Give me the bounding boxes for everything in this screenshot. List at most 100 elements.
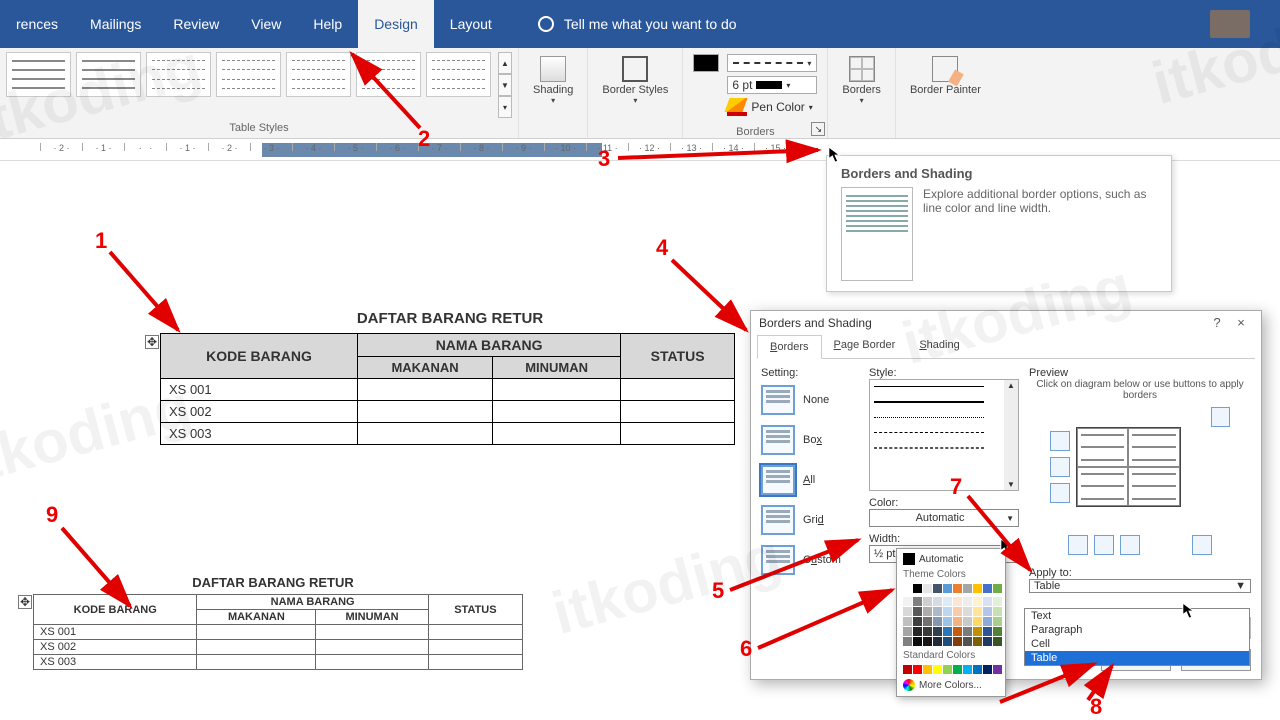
th-kode[interactable]: KODE BARANG <box>161 334 358 379</box>
color-swatch[interactable] <box>993 597 1002 606</box>
color-swatch[interactable] <box>973 665 982 674</box>
borders-button[interactable]: Borders ▾ <box>838 54 885 107</box>
color-swatch[interactable] <box>903 617 912 626</box>
color-automatic[interactable]: Automatic <box>899 551 1003 567</box>
table-style-thumb[interactable] <box>286 52 351 97</box>
border-styles-button[interactable]: Border Styles ▾ <box>598 54 672 107</box>
preview-inner-h-btn[interactable] <box>1050 457 1070 477</box>
color-swatch[interactable] <box>923 607 932 616</box>
th-minuman[interactable]: MINUMAN <box>493 357 621 379</box>
color-swatch[interactable] <box>933 584 942 593</box>
gallery-scroll-down[interactable]: ▼ <box>498 74 512 96</box>
color-swatch[interactable] <box>953 665 962 674</box>
color-swatch[interactable] <box>973 607 982 616</box>
table-row[interactable]: XS 001 <box>161 379 735 401</box>
table-style-thumb[interactable] <box>356 52 421 97</box>
shading-button[interactable]: Shading ▾ <box>529 54 577 107</box>
color-swatch[interactable] <box>993 607 1002 616</box>
color-swatch[interactable] <box>973 617 982 626</box>
table-style-thumb[interactable] <box>146 52 211 97</box>
setting-custom[interactable]: Custom <box>761 545 859 575</box>
color-swatch[interactable] <box>923 627 932 636</box>
color-swatch[interactable] <box>903 627 912 636</box>
color-swatch[interactable] <box>943 617 952 626</box>
table-style-thumb[interactable] <box>6 52 71 97</box>
style-listbox[interactable]: ▲▼ <box>869 379 1019 491</box>
color-swatch[interactable] <box>943 665 952 674</box>
table-style-thumb[interactable] <box>76 52 141 97</box>
color-swatch[interactable] <box>953 607 962 616</box>
setting-box[interactable]: Box <box>761 425 859 455</box>
color-swatch[interactable] <box>983 637 992 646</box>
preview-inner-v-btn[interactable] <box>1094 535 1114 555</box>
color-swatch[interactable] <box>933 597 942 606</box>
color-swatch[interactable] <box>913 597 922 606</box>
color-swatch[interactable] <box>993 637 1002 646</box>
dlg-tab-page-border[interactable]: Page Border <box>822 334 908 358</box>
color-swatch[interactable] <box>933 607 942 616</box>
color-swatch[interactable] <box>973 584 982 593</box>
color-swatch[interactable] <box>953 637 962 646</box>
preview-bottom-border-btn[interactable] <box>1050 483 1070 503</box>
color-swatch[interactable] <box>983 597 992 606</box>
gallery-scroll-up[interactable]: ▲ <box>498 52 512 74</box>
th2-minuman[interactable]: MINUMAN <box>316 610 429 625</box>
preview-diagram[interactable] <box>1076 427 1181 507</box>
line-style-select[interactable]: ▾ <box>727 54 817 72</box>
setting-none[interactable]: None <box>761 385 859 415</box>
tab-help[interactable]: Help <box>297 0 358 48</box>
preview-right-btn[interactable] <box>1120 535 1140 555</box>
color-swatch[interactable] <box>933 637 942 646</box>
color-swatch[interactable] <box>933 665 942 674</box>
th2-status[interactable]: STATUS <box>428 595 522 625</box>
color-swatch[interactable] <box>933 627 942 636</box>
color-swatch[interactable] <box>953 584 962 593</box>
apply-to-combo[interactable]: Table ▼ <box>1029 579 1251 593</box>
gallery-more[interactable]: ▾ <box>498 96 512 118</box>
table-row[interactable]: XS 001 <box>34 625 523 640</box>
preview-top-border-btn[interactable] <box>1050 431 1070 451</box>
setting-all[interactable]: All <box>761 465 859 495</box>
tab-review[interactable]: Review <box>157 0 235 48</box>
color-swatch[interactable] <box>973 597 982 606</box>
color-swatch[interactable] <box>993 584 1002 593</box>
dlg-tab-borders[interactable]: BBordersorders <box>757 335 822 359</box>
th2-nama[interactable]: NAMA BARANG <box>197 595 428 610</box>
table-row[interactable]: XS 003 <box>161 423 735 445</box>
color-swatch[interactable] <box>953 597 962 606</box>
main-table[interactable]: KODE BARANG NAMA BARANG STATUS MAKANAN M… <box>160 333 735 445</box>
color-swatch[interactable] <box>973 627 982 636</box>
preview-left-btn[interactable] <box>1068 535 1088 555</box>
document-page[interactable]: ✥ DAFTAR BARANG RETUR KODE BARANG NAMA B… <box>55 180 845 445</box>
th2-makanan[interactable]: MAKANAN <box>197 610 316 625</box>
color-swatch[interactable] <box>953 627 962 636</box>
color-swatch[interactable] <box>923 637 932 646</box>
dialog-close-button[interactable]: × <box>1229 315 1253 330</box>
th-status[interactable]: STATUS <box>621 334 735 379</box>
border-painter-button[interactable]: Border Painter <box>906 54 985 98</box>
tab-view[interactable]: View <box>235 0 297 48</box>
color-swatch[interactable] <box>903 584 912 593</box>
color-swatch[interactable] <box>953 617 962 626</box>
table-row[interactable]: XS 002 <box>34 640 523 655</box>
dlg-tab-shading[interactable]: Shading <box>907 334 971 358</box>
color-swatch[interactable] <box>923 584 932 593</box>
borders-dialog-launcher[interactable]: ↘ <box>811 122 825 136</box>
table-move-handle-2[interactable]: ✥ <box>18 595 32 609</box>
style-scroll-up[interactable]: ▲ <box>1006 380 1016 391</box>
th2-kode[interactable]: KODE BARANG <box>34 595 197 625</box>
color-swatch[interactable] <box>903 665 912 674</box>
color-swatch[interactable] <box>983 617 992 626</box>
dialog-help-button[interactable]: ? <box>1205 315 1229 330</box>
apply-opt-paragraph[interactable]: Paragraph <box>1025 623 1249 637</box>
color-swatch[interactable] <box>943 627 952 636</box>
color-swatch[interactable] <box>983 607 992 616</box>
tab-mailings[interactable]: Mailings <box>74 0 157 48</box>
color-swatch[interactable] <box>923 617 932 626</box>
color-swatch[interactable] <box>963 597 972 606</box>
color-swatch[interactable] <box>993 627 1002 636</box>
preview-diag-btn[interactable] <box>1211 407 1230 427</box>
preview-diag2-btn[interactable] <box>1192 535 1212 555</box>
th-makanan[interactable]: MAKANAN <box>358 357 493 379</box>
color-swatch[interactable] <box>943 607 952 616</box>
